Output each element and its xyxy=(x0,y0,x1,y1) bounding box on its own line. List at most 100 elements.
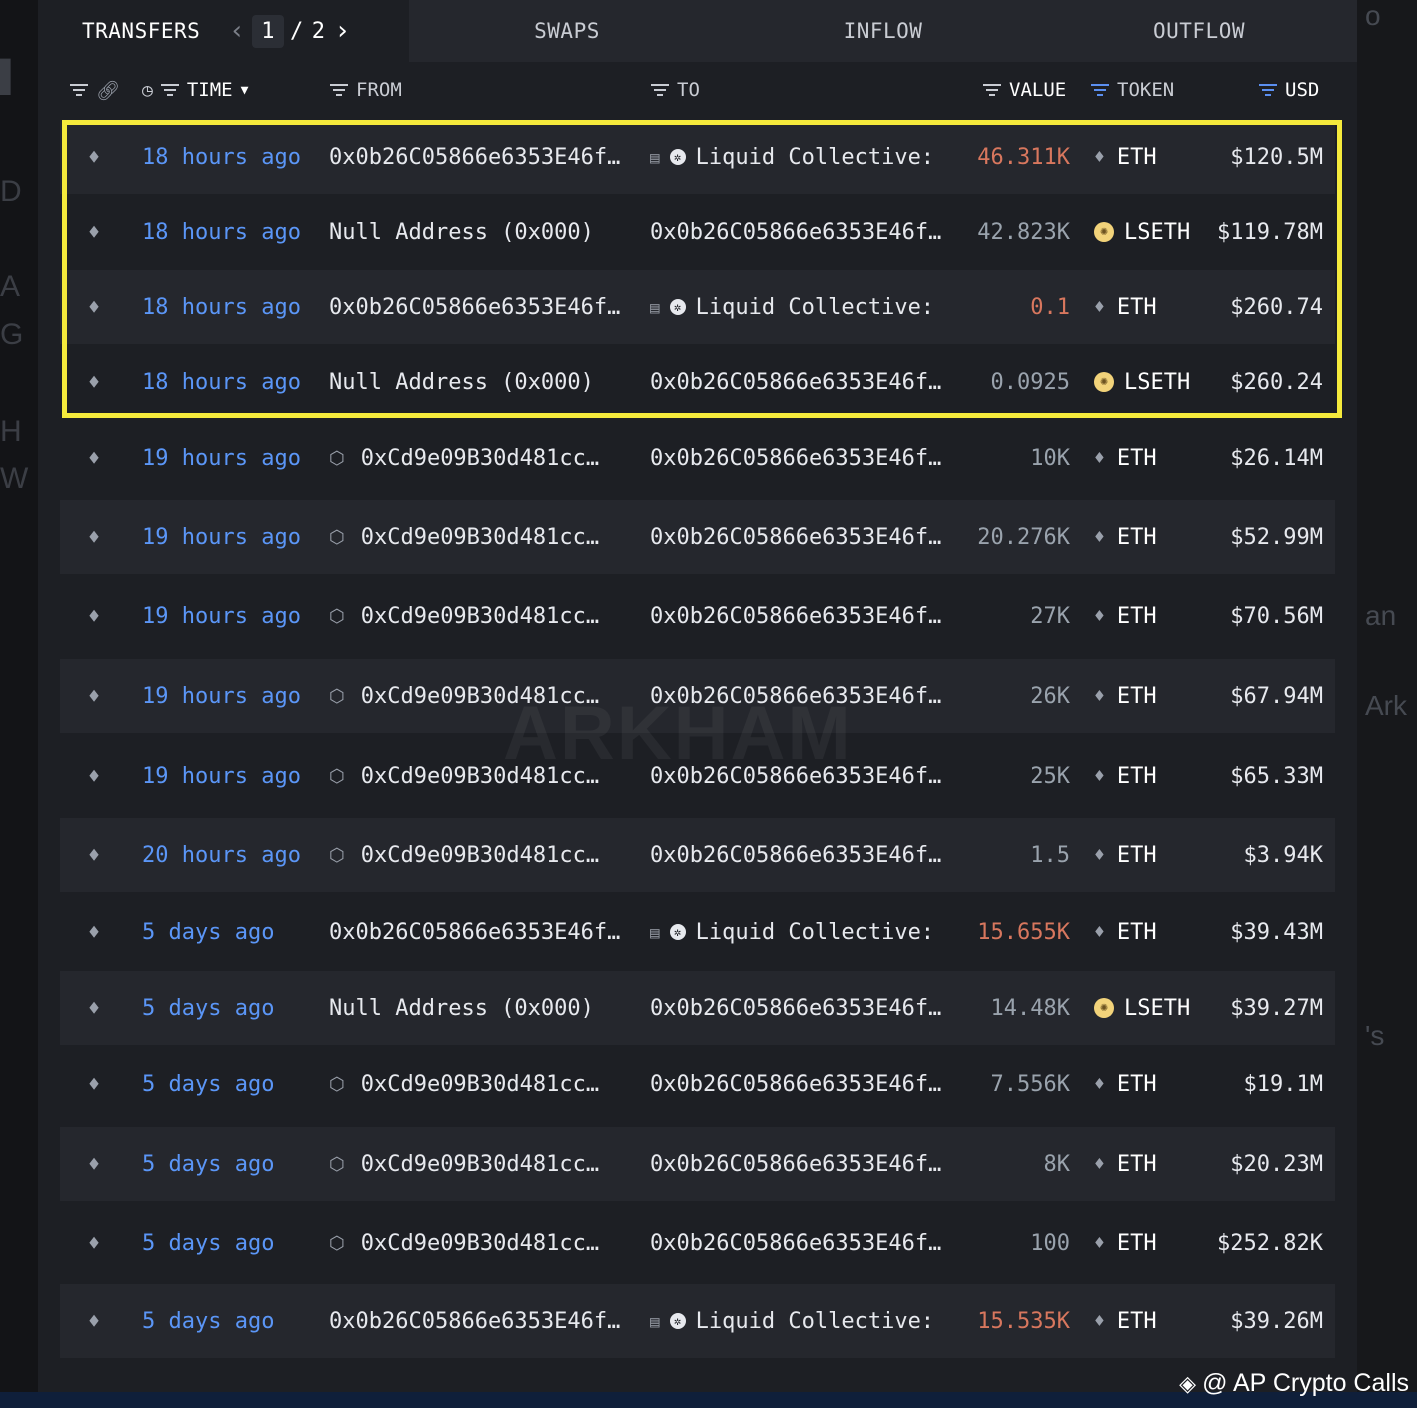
table-row[interactable]: ♦ 5 days ago Null Address (0x000) 0x0b26C05… xyxy=(60,971,1335,1045)
time-link[interactable]: 18 hours ago xyxy=(142,120,301,194)
token-cell[interactable]: ♦ ETH xyxy=(1094,659,1157,733)
table-row[interactable]: ♦ 18 hours ago 0x0b26C05866e6353E46f… ▤ ✲ Liq… xyxy=(60,270,1335,344)
to-header[interactable]: TO xyxy=(651,62,700,118)
time-link[interactable]: 5 days ago xyxy=(142,971,274,1045)
next-page-icon[interactable]: › xyxy=(332,16,354,46)
value-cell: 100 xyxy=(1030,1230,1070,1256)
time-link[interactable]: 5 days ago xyxy=(142,1206,274,1280)
time-link[interactable]: 18 hours ago xyxy=(142,270,301,344)
token-cell[interactable]: ♦ ETH xyxy=(1094,1206,1157,1280)
table-row[interactable]: ♦ 5 days ago ⬡ 0xCd9e09B30d481cc… 0x0b26C058… xyxy=(60,1206,1335,1280)
table-row[interactable]: ♦ 18 hours ago Null Address (0x000) 0x0b26C… xyxy=(60,195,1335,269)
eth-token-icon: ♦ xyxy=(1094,685,1105,707)
token-cell[interactable]: ♦ ETH xyxy=(1094,120,1157,194)
to-address[interactable]: 0x0b26C05866e6353E46f… xyxy=(650,579,941,653)
time-header[interactable]: ◷ TIME ▼ xyxy=(142,62,248,118)
from-address[interactable]: 0x0b26C05866e6353E46f… xyxy=(329,895,620,969)
filter-icon[interactable] xyxy=(983,84,1001,96)
token-cell[interactable]: ♦ ETH xyxy=(1094,1284,1157,1358)
filter-icon[interactable] xyxy=(160,84,179,96)
from-address[interactable]: Null Address (0x000) xyxy=(329,345,594,419)
to-address[interactable]: 0x0b26C05866e6353E46f… xyxy=(650,818,941,892)
time-link[interactable]: 5 days ago xyxy=(142,1047,274,1121)
token-cell[interactable]: ♦ ETH xyxy=(1094,1127,1157,1201)
table-row[interactable]: ♦ 5 days ago 0x0b26C05866e6353E46f… ▤ ✲ Liqui… xyxy=(60,895,1335,969)
to-address[interactable]: ▤ ✲ Liquid Collective: xyxy=(650,895,934,969)
to-address[interactable]: 0x0b26C05866e6353E46f… xyxy=(650,195,941,269)
from-address[interactable]: ⬡ 0xCd9e09B30d481cc… xyxy=(329,1047,599,1121)
filter-icon[interactable] xyxy=(651,84,669,96)
to-address[interactable]: 0x0b26C05866e6353E46f… xyxy=(650,345,941,419)
from-address[interactable]: 0x0b26C05866e6353E46f… xyxy=(329,1284,620,1358)
time-link[interactable]: 5 days ago xyxy=(142,1284,274,1358)
to-address[interactable]: 0x0b26C05866e6353E46f… xyxy=(650,1127,941,1201)
time-link[interactable]: 18 hours ago xyxy=(142,195,301,269)
from-address[interactable]: ⬡ 0xCd9e09B30d481cc… xyxy=(329,1206,599,1280)
time-link[interactable]: 5 days ago xyxy=(142,895,274,969)
token-cell[interactable]: ♦ ETH xyxy=(1094,739,1157,813)
tab-inflow[interactable]: INFLOW xyxy=(725,0,1041,62)
table-row[interactable]: ♦ 18 hours ago 0x0b26C05866e6353E46f… ▤ ✲ Liq… xyxy=(60,120,1335,194)
from-address[interactable]: 0x0b26C05866e6353E46f… xyxy=(329,270,620,344)
time-link[interactable]: 19 hours ago xyxy=(142,659,301,733)
to-address[interactable]: ▤ ✲ Liquid Collective: xyxy=(650,1284,934,1358)
table-row[interactable]: ♦ 19 hours ago ⬡ 0xCd9e09B30d481cc… 0x0b26C0… xyxy=(60,579,1335,653)
filter-icon[interactable] xyxy=(1091,84,1109,96)
sort-down-icon[interactable]: ▼ xyxy=(241,83,249,98)
from-address[interactable]: ⬡ 0xCd9e09B30d481cc… xyxy=(329,818,599,892)
value-header[interactable]: VALUE xyxy=(983,62,1066,118)
tab-swaps[interactable]: SWAPS xyxy=(409,0,725,62)
to-address[interactable]: 0x0b26C05866e6353E46f… xyxy=(650,421,941,495)
usd-header[interactable]: USD xyxy=(1259,62,1319,118)
to-address[interactable]: 0x0b26C05866e6353E46f… xyxy=(650,971,941,1045)
from-address[interactable]: ⬡ 0xCd9e09B30d481cc… xyxy=(329,1127,599,1201)
table-row[interactable]: ♦ 19 hours ago ⬡ 0xCd9e09B30d481cc… 0x0b26C0… xyxy=(60,500,1335,574)
time-link[interactable]: 20 hours ago xyxy=(142,818,301,892)
token-cell[interactable]: ✺ LSETH xyxy=(1094,195,1190,269)
to-address[interactable]: 0x0b26C05866e6353E46f… xyxy=(650,500,941,574)
prev-page-icon[interactable]: ‹ xyxy=(226,16,248,46)
from-address[interactable]: ⬡ 0xCd9e09B30d481cc… xyxy=(329,500,599,574)
from-address[interactable]: Null Address (0x000) xyxy=(329,195,594,269)
link-icon[interactable]: 🔗︎ xyxy=(96,79,120,102)
token-cell[interactable]: ♦ ETH xyxy=(1094,1047,1157,1121)
filter-icon[interactable] xyxy=(70,84,88,96)
token-cell[interactable]: ♦ ETH xyxy=(1094,818,1157,892)
table-row[interactable]: ♦ 19 hours ago ⬡ 0xCd9e09B30d481cc… 0x0b26C0… xyxy=(60,421,1335,495)
from-address[interactable]: ⬡ 0xCd9e09B30d481cc… xyxy=(329,579,599,653)
token-symbol: ETH xyxy=(1116,919,1157,945)
chain-filter[interactable]: 🔗︎ xyxy=(70,62,120,118)
table-row[interactable]: ♦ 18 hours ago Null Address (0x000) 0x0b26C… xyxy=(60,345,1335,419)
from-header[interactable]: FROM xyxy=(330,62,402,118)
from-address[interactable]: Null Address (0x000) xyxy=(329,971,594,1045)
from-address[interactable]: ⬡ 0xCd9e09B30d481cc… xyxy=(329,421,599,495)
to-address[interactable]: 0x0b26C05866e6353E46f… xyxy=(650,1047,941,1121)
filter-icon[interactable] xyxy=(1259,84,1277,96)
tab-outflow[interactable]: OUTFLOW xyxy=(1041,0,1357,62)
from-address[interactable]: 0x0b26C05866e6353E46f… xyxy=(329,120,620,194)
token-cell[interactable]: ♦ ETH xyxy=(1094,500,1157,574)
time-link[interactable]: 19 hours ago xyxy=(142,579,301,653)
token-cell[interactable]: ♦ ETH xyxy=(1094,421,1157,495)
token-cell[interactable]: ✺ LSETH xyxy=(1094,971,1190,1045)
tab-transfers[interactable]: TRANSFERS ‹ 1 / 2 › xyxy=(38,0,409,62)
time-link[interactable]: 19 hours ago xyxy=(142,739,301,813)
filter-icon[interactable] xyxy=(330,84,348,96)
current-page[interactable]: 1 xyxy=(252,14,285,48)
table-row[interactable]: ♦ 5 days ago ⬡ 0xCd9e09B30d481cc… 0x0b26C058… xyxy=(60,1127,1335,1201)
to-address[interactable]: 0x0b26C05866e6353E46f… xyxy=(650,1206,941,1280)
token-cell[interactable]: ♦ ETH xyxy=(1094,270,1157,344)
time-link[interactable]: 19 hours ago xyxy=(142,500,301,574)
token-cell[interactable]: ♦ ETH xyxy=(1094,579,1157,653)
token-cell[interactable]: ♦ ETH xyxy=(1094,895,1157,969)
table-row[interactable]: ♦ 20 hours ago ⬡ 0xCd9e09B30d481cc… 0x0b26C0… xyxy=(60,818,1335,892)
to-address[interactable]: ▤ ✲ Liquid Collective: xyxy=(650,120,934,194)
to-address[interactable]: ▤ ✲ Liquid Collective: xyxy=(650,270,934,344)
table-row[interactable]: ♦ 5 days ago ⬡ 0xCd9e09B30d481cc… 0x0b26C058… xyxy=(60,1047,1335,1121)
time-link[interactable]: 18 hours ago xyxy=(142,345,301,419)
table-row[interactable]: ♦ 5 days ago 0x0b26C05866e6353E46f… ▤ ✲ Liqui… xyxy=(60,1284,1335,1358)
time-link[interactable]: 19 hours ago xyxy=(142,421,301,495)
token-header[interactable]: TOKEN xyxy=(1091,62,1174,118)
token-cell[interactable]: ✺ LSETH xyxy=(1094,345,1190,419)
time-link[interactable]: 5 days ago xyxy=(142,1127,274,1201)
